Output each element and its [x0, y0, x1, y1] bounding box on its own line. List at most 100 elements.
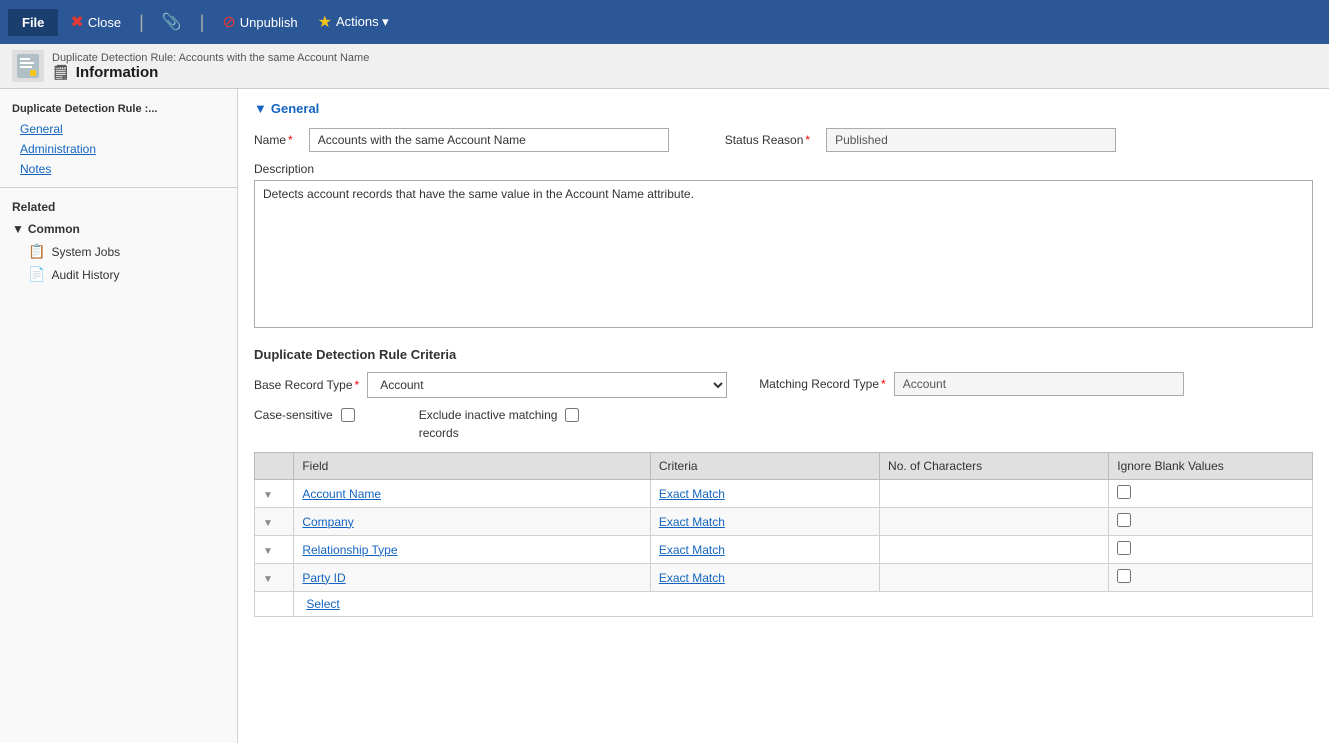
record-icon	[12, 50, 44, 82]
row3-chevron: ▼	[255, 536, 294, 564]
criteria-title: Duplicate Detection Rule Criteria	[254, 347, 1313, 362]
system-jobs-icon: 📋	[28, 243, 45, 260]
actions-icon: ★	[318, 12, 332, 32]
row2-chevron: ▼	[255, 508, 294, 536]
sidebar-item-general[interactable]: General	[0, 119, 237, 139]
status-required: *	[805, 133, 810, 147]
matching-record-input	[894, 372, 1184, 396]
criteria-row: Base Record Type* Account Matching Recor…	[254, 372, 1313, 398]
blank-checkbox-2[interactable]	[1117, 513, 1131, 527]
matching-record-label: Matching Record Type*	[759, 377, 886, 391]
blank-checkbox-3[interactable]	[1117, 541, 1131, 555]
criteria-link-3[interactable]: Exact Match	[659, 543, 725, 557]
select-chevron-cell	[255, 592, 294, 617]
name-label: Name*	[254, 133, 293, 147]
sidebar-item-system-jobs[interactable]: 📋 System Jobs	[0, 240, 237, 263]
checkboxes-row: Case-sensitive Exclude inactive matching…	[254, 408, 1313, 440]
exclude-inactive-label: Exclude inactive matching	[419, 408, 558, 422]
row4-blank	[1109, 564, 1313, 592]
row2-blank	[1109, 508, 1313, 536]
name-input[interactable]	[309, 128, 669, 152]
row3-field: Relationship Type	[294, 536, 651, 564]
select-row: Select	[255, 592, 1313, 617]
sidebar-related-title: Related	[0, 196, 237, 218]
base-required: *	[355, 378, 360, 392]
toolbar: File ✖ Close | 📎 | ⊘ Unpublish ★ Actions…	[0, 0, 1329, 44]
row4-chevron: ▼	[255, 564, 294, 592]
separator-1: |	[139, 13, 144, 31]
page-title-icon: 🗒	[52, 64, 70, 81]
title-text-area: Duplicate Detection Rule: Accounts with …	[52, 52, 369, 81]
criteria-link-4[interactable]: Exact Match	[659, 571, 725, 585]
close-button[interactable]: ✖ Close	[62, 8, 129, 36]
table-row: ▼ Company Exact Match	[255, 508, 1313, 536]
sidebar-item-administration[interactable]: Administration	[0, 139, 237, 159]
base-record-group: Base Record Type* Account	[254, 372, 727, 398]
col-header-chevron	[255, 453, 294, 480]
file-button[interactable]: File	[8, 9, 58, 36]
select-link[interactable]: Select	[306, 597, 339, 611]
criteria-link-1[interactable]: Exact Match	[659, 487, 725, 501]
col-header-criteria: Criteria	[650, 453, 879, 480]
case-sensitive-group: Case-sensitive	[254, 408, 355, 422]
base-record-label: Base Record Type*	[254, 378, 359, 392]
exclude-inactive-checkbox[interactable]	[565, 408, 579, 422]
col-header-chars: No. of Characters	[880, 453, 1109, 480]
actions-button[interactable]: ★ Actions ▾	[310, 8, 397, 36]
description-section: Description Detects account records that…	[254, 162, 1313, 331]
blank-checkbox-1[interactable]	[1117, 485, 1131, 499]
base-record-select[interactable]: Account	[367, 372, 727, 398]
title-bar: Duplicate Detection Rule: Accounts with …	[0, 44, 1329, 89]
table-row: ▼ Account Name Exact Match	[255, 480, 1313, 508]
row1-chevron: ▼	[255, 480, 294, 508]
attachment-button[interactable]: 📎	[154, 8, 190, 36]
main-layout: Duplicate Detection Rule :... General Ad…	[0, 89, 1329, 743]
breadcrumb: Duplicate Detection Rule: Accounts with …	[52, 52, 369, 64]
page-title: 🗒 Information	[52, 64, 369, 81]
row4-criteria: Exact Match	[650, 564, 879, 592]
sidebar-item-audit-history[interactable]: 📄 Audit History	[0, 263, 237, 286]
row2-chars	[880, 508, 1109, 536]
row1-criteria: Exact Match	[650, 480, 879, 508]
row3-blank	[1109, 536, 1313, 564]
description-label: Description	[254, 162, 1313, 176]
criteria-link-2[interactable]: Exact Match	[659, 515, 725, 529]
row2-criteria: Exact Match	[650, 508, 879, 536]
sidebar-divider	[0, 187, 237, 188]
exclude-inactive-label2: records	[419, 426, 580, 440]
row1-chars	[880, 480, 1109, 508]
row3-criteria: Exact Match	[650, 536, 879, 564]
description-textarea[interactable]: Detects account records that have the sa…	[254, 180, 1313, 328]
row4-chars	[880, 564, 1109, 592]
close-icon: ✖	[70, 12, 83, 32]
field-link-4[interactable]: Party ID	[302, 571, 345, 585]
field-link-1[interactable]: Account Name	[302, 487, 381, 501]
row3-chars	[880, 536, 1109, 564]
status-reason-label: Status Reason*	[725, 133, 810, 147]
col-header-field: Field	[294, 453, 651, 480]
criteria-table: Field Criteria No. of Characters Ignore …	[254, 452, 1313, 617]
unpublish-icon: ⊘	[222, 12, 235, 32]
collapse-icon: ▼	[12, 222, 24, 236]
field-link-3[interactable]: Relationship Type	[302, 543, 397, 557]
select-cell: Select	[294, 592, 1313, 617]
col-header-blank: Ignore Blank Values	[1109, 453, 1313, 480]
case-sensitive-checkbox[interactable]	[341, 408, 355, 422]
content-area: ▼ General Name* Status Reason* Descripti…	[238, 89, 1329, 743]
row2-field: Company	[294, 508, 651, 536]
chevron-icon-1: ▼	[263, 490, 273, 501]
sidebar-item-notes[interactable]: Notes	[0, 159, 237, 179]
row1-blank	[1109, 480, 1313, 508]
field-link-2[interactable]: Company	[302, 515, 353, 529]
name-required: *	[288, 133, 293, 147]
unpublish-button[interactable]: ⊘ Unpublish	[214, 8, 305, 36]
row4-field: Party ID	[294, 564, 651, 592]
case-sensitive-label: Case-sensitive	[254, 408, 333, 422]
table-row: ▼ Relationship Type Exact Match	[255, 536, 1313, 564]
exclude-inactive-group: Exclude inactive matching records	[419, 408, 580, 440]
paperclip-icon: 📎	[162, 12, 182, 32]
name-status-row: Name* Status Reason*	[254, 128, 1313, 152]
blank-checkbox-4[interactable]	[1117, 569, 1131, 583]
chevron-icon-2: ▼	[263, 518, 273, 529]
matching-record-group: Matching Record Type*	[759, 372, 1184, 396]
